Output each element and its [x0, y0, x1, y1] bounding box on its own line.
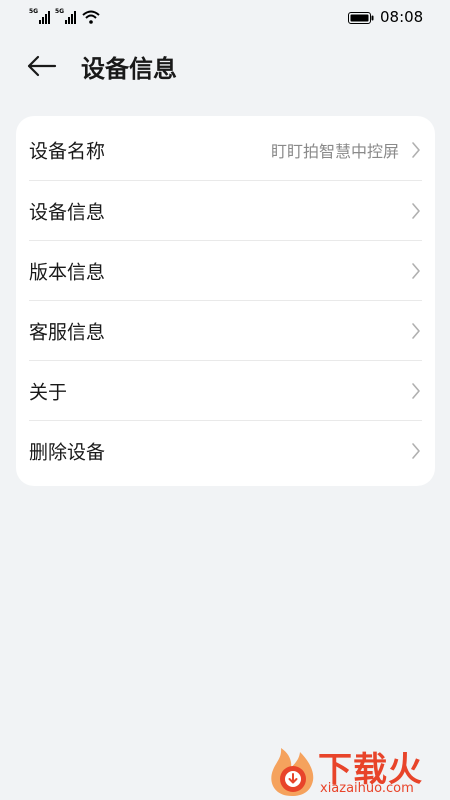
battery-icon: [348, 12, 374, 24]
list-item-label: 设备名称: [29, 140, 106, 163]
chevron-right-icon: [412, 323, 420, 339]
chevron-right-icon: [412, 142, 420, 158]
list-item-label: 删除设备: [29, 441, 106, 464]
list-item-label: 版本信息: [29, 261, 106, 284]
flame-logo-icon: [271, 748, 314, 796]
settings-list: 设备名称 盯盯拍智慧中控屏 设备信息 版本信息 客服信息 关于 删除设备: [16, 116, 435, 486]
status-time: 08:08: [380, 8, 424, 26]
list-item-delete-device[interactable]: 删除设备: [16, 421, 435, 481]
app-bar: 设备信息: [0, 36, 450, 96]
chevron-right-icon: [412, 443, 420, 459]
list-item-value: 盯盯拍智慧中控屏: [270, 142, 399, 161]
arrow-left-icon: [27, 55, 57, 77]
list-item-label: 关于: [29, 381, 68, 404]
list-item-version-info[interactable]: 版本信息: [16, 241, 435, 301]
network-type-label: 5G: [55, 8, 65, 15]
list-item-label: 客服信息: [29, 321, 106, 344]
status-bar: 5G 5G 08:08: [0, 0, 450, 36]
chevron-right-icon: [412, 383, 420, 399]
wifi-icon: [82, 10, 100, 24]
watermark-url: xiazaihuo.com: [320, 781, 414, 796]
list-item-about[interactable]: 关于: [16, 361, 435, 421]
list-item-label: 设备信息: [29, 201, 106, 224]
network-type-label: 5G: [29, 8, 39, 15]
back-button[interactable]: [24, 50, 60, 82]
list-item-device-name[interactable]: 设备名称 盯盯拍智慧中控屏: [16, 120, 435, 180]
list-item-customer-service[interactable]: 客服信息: [16, 301, 435, 361]
chevron-right-icon: [412, 203, 420, 219]
page-title: 设备信息: [81, 55, 177, 83]
watermark: 下载火 xiazaihuo.com: [262, 740, 450, 800]
chevron-right-icon: [412, 263, 420, 279]
signal-icon: 5G: [55, 8, 77, 29]
signal-icon: 5G: [29, 8, 51, 29]
list-item-device-info[interactable]: 设备信息: [16, 181, 435, 241]
